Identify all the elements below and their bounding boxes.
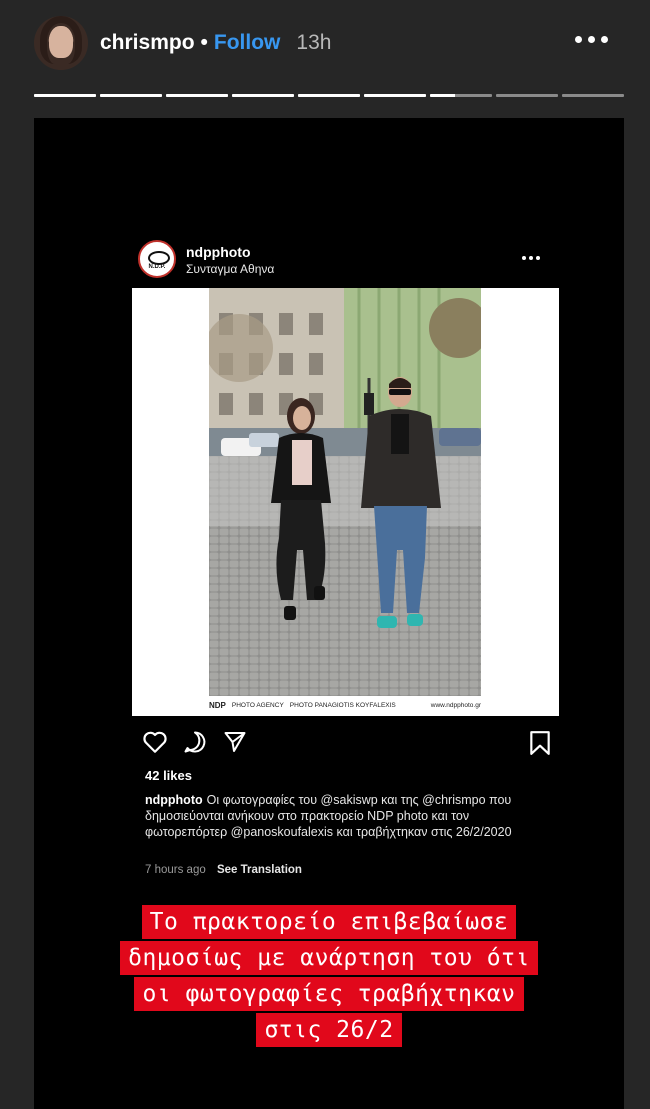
street-photo (209, 288, 481, 696)
story-username[interactable]: chrismpo (100, 31, 195, 55)
post-photo: NDP PHOTO AGENCY PHOTO PANAGIOTIS KOYFAL… (132, 288, 559, 716)
progress-segment (166, 94, 228, 97)
bookmark-icon (530, 731, 550, 755)
story-user-row: chrismpo • Follow 13h (100, 31, 331, 55)
user-avatar[interactable] (34, 16, 88, 70)
story-header: chrismpo • Follow 13h (0, 0, 650, 90)
progress-segment (34, 94, 96, 97)
progress-segment (298, 94, 360, 97)
likes-count: 42 likes (145, 768, 192, 783)
post-meta: 7 hours ago See Translation (145, 864, 302, 876)
story-text-overlay: Το πρακτορείο επιβεβαίωσε δημοσίως με αν… (34, 904, 624, 1048)
credit-agency-suffix: PHOTO AGENCY (231, 701, 284, 709)
progress-segment (430, 94, 492, 97)
overlay-line-2: δημοσίως με ανάρτηση του ότι (120, 941, 538, 975)
story-timestamp: 13h (296, 31, 332, 54)
post-header: N.D.P. ndpphoto Συνταγμα Αθηνα (138, 240, 558, 284)
progress-segment (100, 94, 162, 97)
progress-segment (364, 94, 426, 97)
more-options-icon[interactable] (575, 36, 608, 43)
post-actions (142, 726, 562, 756)
overlay-line-3: οι φωτογραφίες τραβήχτηκαν (134, 977, 524, 1011)
paper-plane-icon (224, 732, 246, 752)
progress-segment (232, 94, 294, 97)
photo-credits: NDP PHOTO AGENCY PHOTO PANAGIOTIS KOYFAL… (209, 698, 481, 712)
credit-agency: NDP (209, 700, 226, 710)
post-location: Συνταγμα Αθηνα (186, 262, 275, 276)
see-translation-link: See Translation (216, 864, 302, 876)
progress-segment (562, 94, 624, 97)
post-timestamp: 7 hours ago (145, 864, 206, 876)
credit-photographer: PHOTO PANAGIOTIS KOYFALEXIS (289, 701, 396, 709)
progress-segment (496, 94, 558, 97)
ndp-logo-icon: N.D.P. (138, 240, 176, 278)
story-content[interactable]: N.D.P. ndpphoto Συνταγμα Αθηνα NDP PHOTO… (34, 118, 624, 1109)
overlay-line-4: στις 26/2 (256, 1013, 402, 1047)
overlay-line-1: Το πρακτορείο επιβεβαίωσε (141, 905, 517, 939)
separator-dot: • (200, 31, 208, 54)
post-caption: ndpphoto Οι φωτογραφίες του @sakiswp και … (145, 792, 545, 840)
caption-username: ndpphoto (145, 793, 203, 807)
follow-button[interactable]: Follow (214, 31, 281, 55)
heart-icon (143, 731, 167, 753)
post-username: ndpphoto (186, 244, 251, 260)
credit-website: www.ndpphoto.gr (430, 701, 481, 709)
post-more-icon (522, 256, 540, 260)
comment-icon (184, 731, 206, 753)
story-progress-bar (34, 94, 624, 98)
